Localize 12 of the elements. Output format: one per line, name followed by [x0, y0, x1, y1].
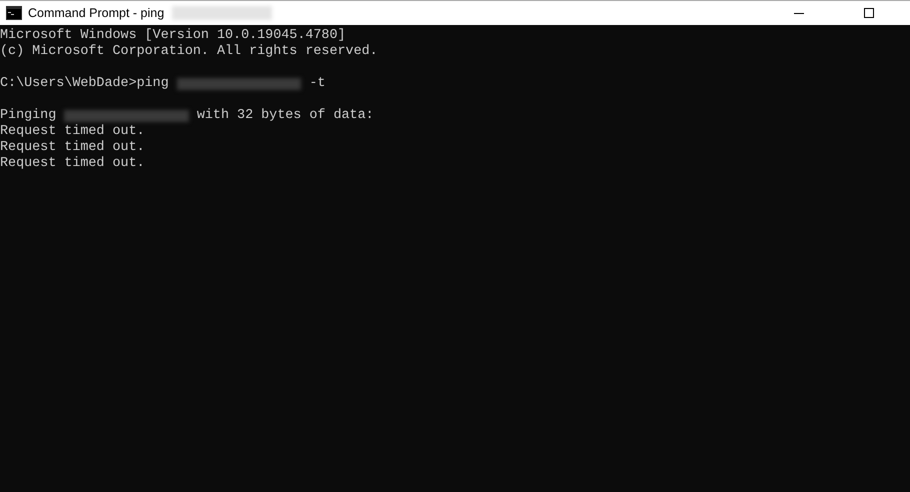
- console-text: Request timed out.: [0, 140, 145, 156]
- console-text: Request timed out.: [0, 124, 145, 140]
- console-app-icon: [6, 6, 22, 20]
- maximize-icon: [864, 8, 874, 18]
- console-text: Microsoft Windows [Version 10.0.19045.4780]: [0, 28, 346, 44]
- console-text: -t: [309, 76, 326, 92]
- console-text: (c) Microsoft Corporation. All rights reserved.: [0, 44, 378, 60]
- console-text: with 32 bytes of data:: [196, 108, 374, 124]
- console-text: C:\Users\WebDade>ping: [0, 76, 169, 92]
- console-text: Request timed out.: [0, 156, 145, 172]
- window-title: Command Prompt - ping: [28, 4, 164, 22]
- console-text: Pinging: [0, 108, 56, 124]
